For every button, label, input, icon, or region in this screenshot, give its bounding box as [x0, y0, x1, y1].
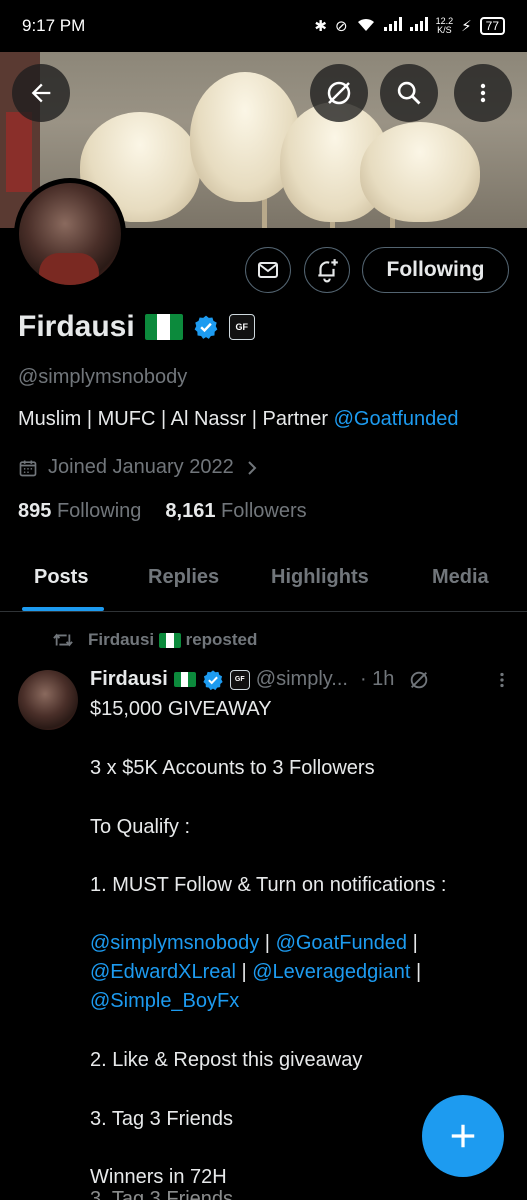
nigeria-flag-icon [173, 672, 196, 687]
banner-flower [360, 122, 480, 222]
more-vertical-icon [480, 83, 486, 103]
nigeria-flag-icon [158, 633, 181, 649]
message-button[interactable] [245, 247, 291, 293]
post-mentions-line: @Simple_BoyFx [90, 990, 239, 1013]
post-line: To Qualify : [90, 816, 191, 838]
joined-date[interactable]: Joined January 2022 [18, 456, 260, 479]
mention-link[interactable]: @Leveragedgiant [252, 961, 410, 983]
post-header: Firdausi GF @simply... · 1h [90, 668, 510, 691]
network-speed: 12.2 K/S [436, 17, 454, 35]
post-author-avatar[interactable] [18, 670, 78, 730]
post-line: 3 x $5K Accounts to 3 Followers [90, 757, 375, 779]
signal-icon [383, 17, 402, 35]
do-not-disturb-icon: ⊘ [334, 18, 348, 35]
nigeria-flag-icon [144, 314, 183, 340]
back-button[interactable] [12, 64, 70, 122]
mention-link[interactable]: @simplymsnobody [90, 932, 259, 954]
back-arrow-icon [31, 83, 51, 103]
compose-post-button[interactable] [422, 1095, 504, 1177]
profile-tabs: Posts Replies Highlights Media [0, 552, 527, 612]
following-stat[interactable]: 895 Following [18, 500, 141, 523]
status-icons: ✱ ⊘ 12.2 K/S ⚡ 77 [314, 16, 505, 36]
bluetooth-icon: ✱ [314, 18, 327, 35]
post-line: Winners in 72H [90, 1166, 227, 1188]
profile-stats: 895 Following 8,161 Followers [18, 500, 307, 523]
verified-icon[interactable] [193, 314, 219, 340]
followers-count: 8,161 [165, 500, 216, 522]
grok-button[interactable] [310, 64, 368, 122]
plus-icon [451, 1124, 475, 1148]
joined-text: Joined January 2022 [48, 456, 234, 478]
search-icon [397, 81, 421, 105]
status-time: 9:17 PM [22, 16, 86, 35]
profile-handle: @simplymsnobody [18, 366, 188, 388]
post-line: 1. MUST Follow & Turn on notifications : [90, 874, 447, 896]
post-line: 2. Like & Repost this giveaway [90, 1049, 363, 1071]
wifi-icon [356, 16, 376, 36]
repost-indicator[interactable]: Firdausi reposted [52, 630, 257, 650]
more-options-button[interactable] [454, 64, 512, 122]
post-line: 3. Tag 3 Friends [90, 1108, 234, 1130]
profile-name: Firdausi [18, 310, 135, 343]
separator: | [235, 961, 253, 983]
mention-link[interactable]: @Simple_BoyFx [90, 990, 239, 1012]
avatar[interactable] [19, 183, 121, 285]
tab-replies[interactable]: Replies [148, 566, 219, 589]
post-time[interactable]: · 1h [360, 668, 394, 691]
profile-bio: Muslim | MUFC | Al Nassr | Partner @Goat… [18, 408, 458, 431]
calendar-icon [19, 460, 37, 476]
active-tab-indicator [22, 607, 104, 611]
verified-icon[interactable] [202, 669, 224, 691]
chevron-right-icon [247, 460, 257, 475]
post-line: $15,000 GIVEAWAY [90, 698, 272, 720]
followers-label: Followers [221, 500, 307, 522]
following-button[interactable]: Following [362, 247, 509, 293]
bell-plus-icon [318, 259, 338, 283]
mail-icon [258, 262, 278, 278]
separator: | [407, 932, 418, 954]
battery-level: 77 [479, 17, 505, 35]
network-speed-unit: K/S [437, 25, 452, 35]
search-button[interactable] [380, 64, 438, 122]
affiliate-badge[interactable]: GF [228, 314, 255, 340]
following-label: Following [56, 500, 142, 522]
bio-text: Muslim | MUFC | Al Nassr | Partner [18, 408, 334, 430]
affiliate-badge[interactable]: GF [229, 669, 250, 690]
grok-icon [327, 81, 351, 105]
profile-avatar-frame[interactable] [14, 178, 126, 290]
mention-link[interactable]: @GoatFunded [276, 932, 408, 954]
post-author-name[interactable]: Firdausi [90, 668, 168, 691]
charging-icon: ⚡ [461, 18, 472, 35]
post-mentions-line: @simplymsnobody | @GoatFunded | [90, 932, 418, 955]
separator: | [410, 961, 422, 983]
followers-stat[interactable]: 8,161 Followers [165, 500, 306, 523]
following-count: 895 [18, 500, 52, 522]
repost-name: Firdausi [88, 630, 155, 649]
grok-icon[interactable] [408, 669, 430, 691]
repost-label: reposted [185, 630, 258, 649]
tab-highlights[interactable]: Highlights [271, 566, 369, 589]
status-bar: 9:17 PM ✱ ⊘ 12.2 K/S ⚡ 77 [0, 0, 527, 52]
bio-mention-link[interactable]: @Goatfunded [334, 408, 459, 430]
mention-link[interactable]: @EdwardXLreal [90, 961, 236, 983]
signal-icon-2 [409, 17, 428, 35]
post-author-handle[interactable]: @simply... [256, 668, 348, 691]
tab-posts[interactable]: Posts [34, 566, 88, 589]
tab-media[interactable]: Media [432, 566, 489, 589]
profile-name-row: Firdausi GF [18, 310, 255, 344]
post-mentions-line: @EdwardXLreal | @Leveragedgiant | [90, 961, 421, 984]
more-vertical-icon[interactable] [494, 669, 510, 691]
post-line-overflow: 3. Tag 3 Friends [90, 1188, 234, 1200]
separator: | [259, 932, 276, 954]
repost-icon [53, 633, 73, 647]
notifications-button[interactable] [304, 247, 350, 293]
